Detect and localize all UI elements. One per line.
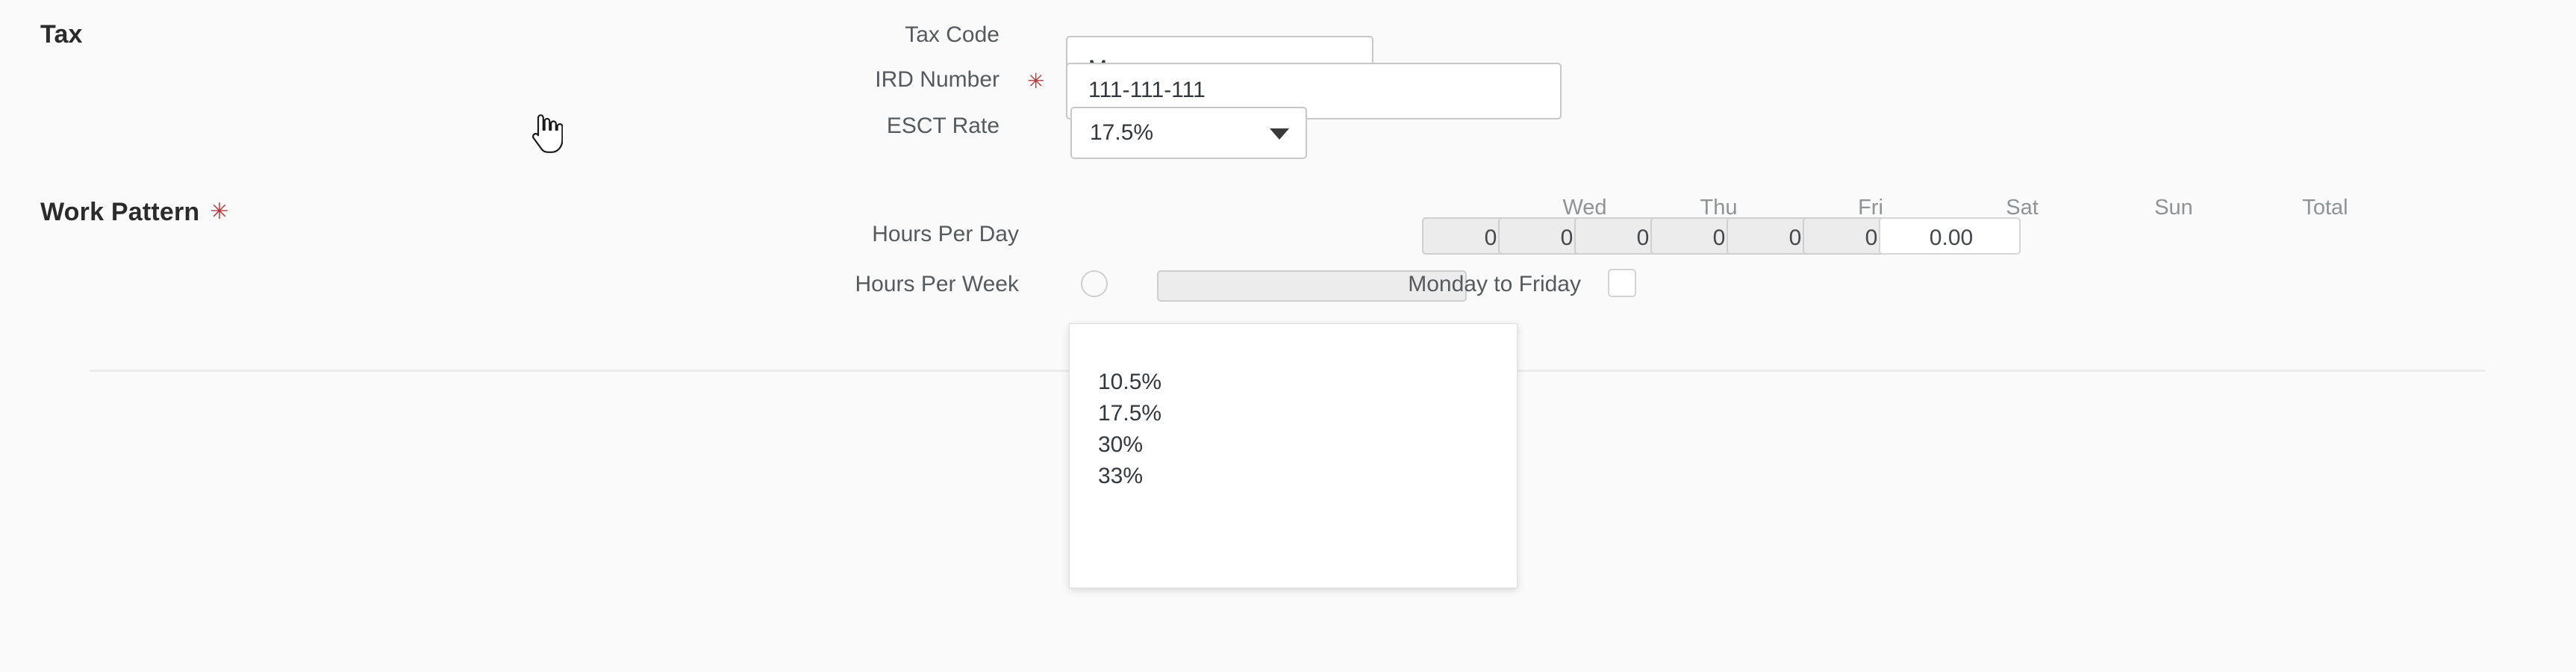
esct-rate-label: ESCT Rate	[886, 113, 999, 138]
work-pattern-required-asterisk: ✳	[210, 199, 229, 224]
hours-per-day-total-value: 0.00	[1929, 225, 1974, 250]
pointing-hand-cursor	[532, 114, 563, 153]
ird-number-required-asterisk: ✳	[1027, 69, 1045, 93]
esct-rate-select[interactable]: 17.5%	[1070, 107, 1307, 159]
monday-to-friday-checkbox[interactable]	[1608, 269, 1636, 297]
esct-option-10-5[interactable]: 10.5%	[1098, 370, 1161, 395]
work-pattern-title-text: Work Pattern	[40, 198, 200, 226]
esct-option-30[interactable]: 30%	[1098, 432, 1143, 458]
esct-rate-value: 17.5%	[1090, 120, 1154, 145]
monday-to-friday-label: Monday to Friday	[1408, 272, 1581, 296]
employee-tax-work-pattern-form: Tax Tax Code M IRD Number ✳ 111-111-111 …	[0, 0, 2576, 672]
hours-per-day-total-input: 0.00	[1879, 217, 2021, 255]
esct-rate-dropdown-menu[interactable]: 10.5% 17.5% 30% 33%	[1069, 323, 1518, 588]
ird-number-label: IRD Number	[875, 67, 999, 92]
esct-option-17-5[interactable]: 17.5%	[1098, 401, 1161, 426]
tax-section-title: Tax	[40, 20, 83, 49]
esct-option-33[interactable]: 33%	[1098, 464, 1143, 489]
tax-code-label: Tax Code	[905, 22, 999, 47]
chevron-down-icon	[1270, 128, 1289, 140]
ird-number-value: 111-111-111	[1088, 78, 1206, 102]
hours-per-day-label: Hours Per Day	[872, 222, 1019, 246]
work-pattern-section-title: Work Pattern ✳	[40, 198, 229, 227]
